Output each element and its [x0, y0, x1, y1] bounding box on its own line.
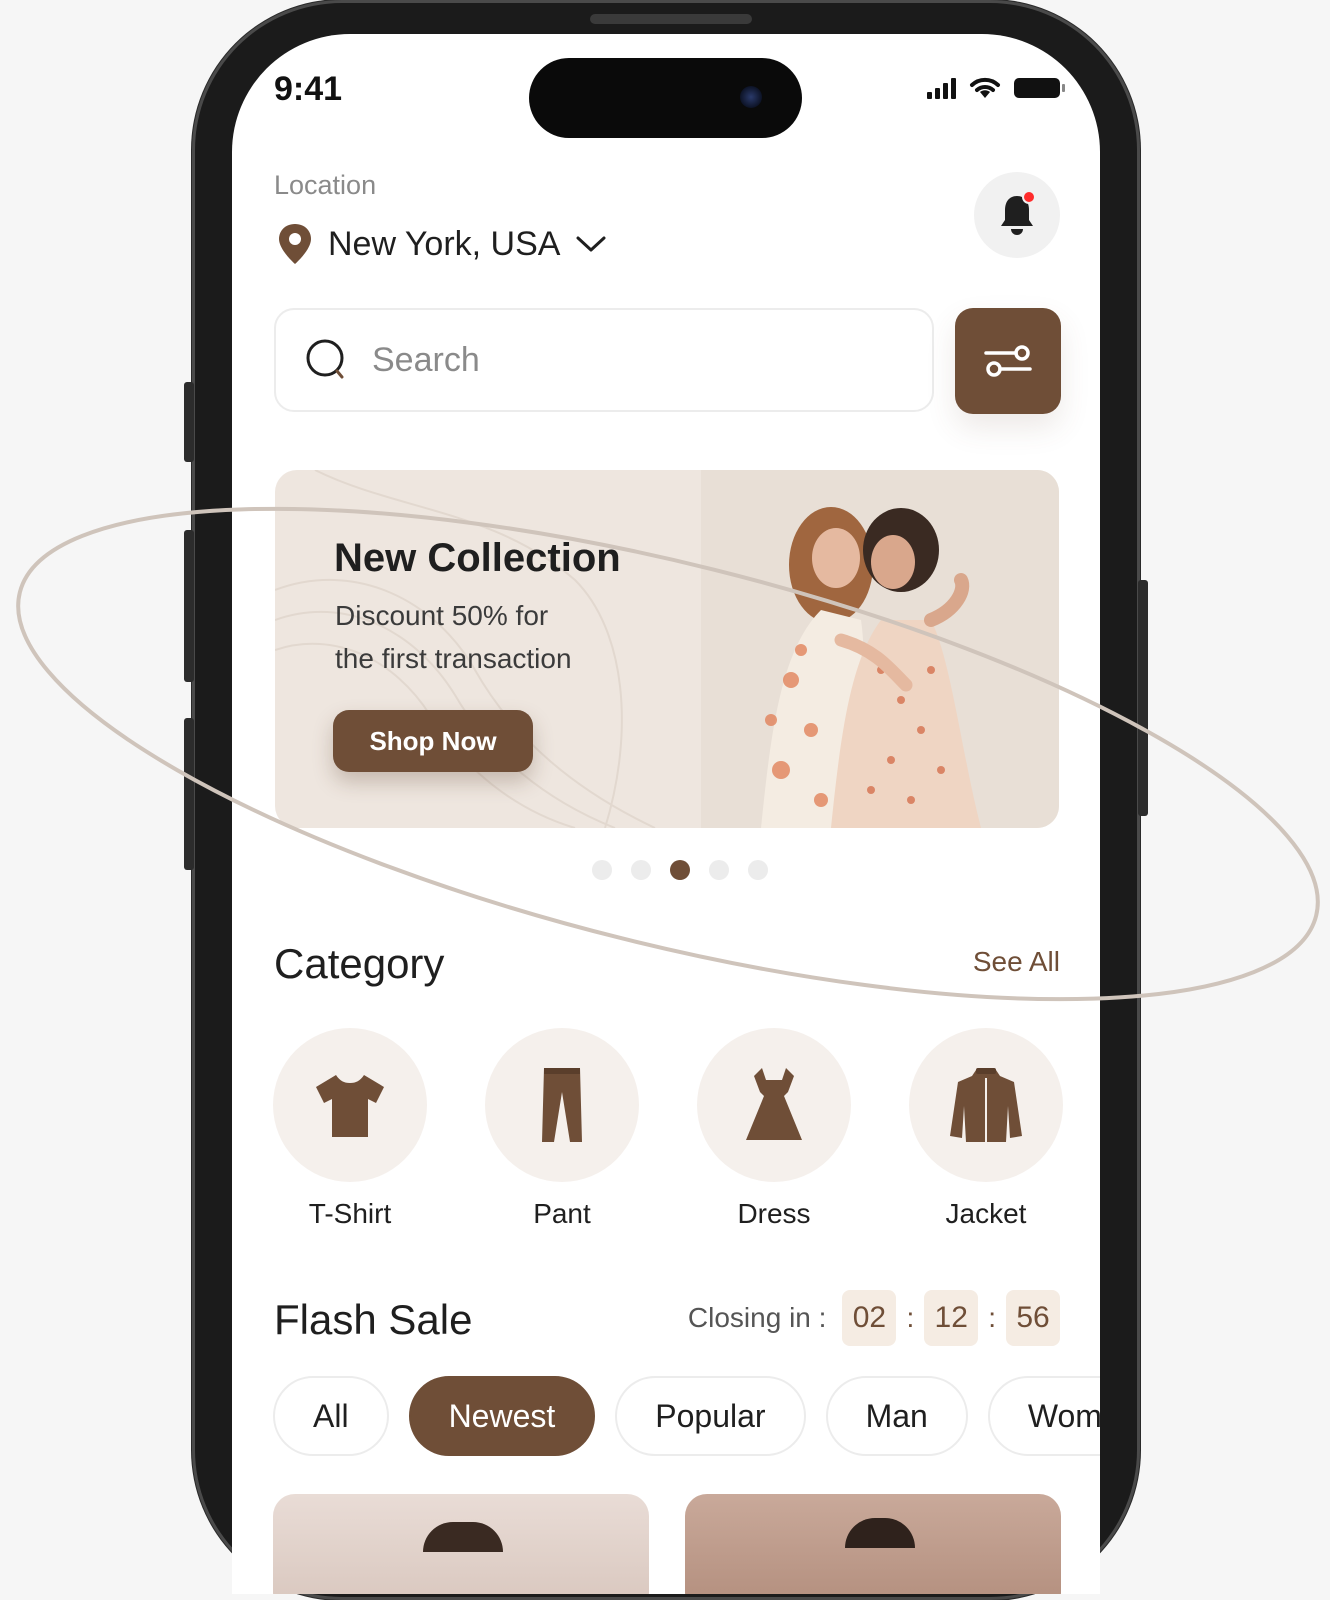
- carousel-dot[interactable]: [709, 860, 729, 880]
- chip-popular[interactable]: Popular: [615, 1376, 806, 1456]
- signal-icon: [927, 77, 956, 99]
- phone-side-button: [184, 530, 194, 682]
- filter-button[interactable]: [955, 308, 1061, 414]
- tshirt-icon: [316, 1075, 384, 1137]
- promo-banner[interactable]: New Collection Discount 50% for the firs…: [275, 470, 1059, 828]
- search-input[interactable]: Search: [372, 341, 480, 380]
- countdown-separator: :: [988, 1302, 996, 1333]
- category-circle: [697, 1028, 851, 1182]
- category-label: T-Shirt: [308, 1198, 392, 1229]
- app-screen: 9:41 Location New York, USA Search New C…: [232, 34, 1100, 1594]
- battery-icon: [1014, 78, 1065, 98]
- banner-subtitle: Discount 50% for the first transaction: [335, 594, 655, 680]
- category-circle: [485, 1028, 639, 1182]
- search-field[interactable]: Search: [274, 308, 934, 412]
- shop-now-button[interactable]: Shop Now: [333, 710, 533, 772]
- category-circle: [273, 1028, 427, 1182]
- countdown-seconds: 56: [1006, 1290, 1060, 1346]
- phone-side-button: [184, 382, 194, 462]
- carousel-dot-active[interactable]: [670, 860, 690, 880]
- chip-newest[interactable]: Newest: [408, 1376, 596, 1456]
- category-label: Pant: [533, 1198, 591, 1229]
- product-image: [845, 1518, 915, 1548]
- countdown-hours: 02: [842, 1290, 897, 1346]
- category-list: T-Shirt Pant Dress Jacket: [273, 1028, 1063, 1230]
- category-label: Dress: [737, 1198, 811, 1229]
- dynamic-island: [529, 58, 802, 138]
- pin-icon: [279, 224, 311, 264]
- camera-icon: [740, 86, 762, 108]
- carousel-dot[interactable]: [631, 860, 651, 880]
- filter-icon: [984, 345, 1032, 377]
- location-selector[interactable]: New York, USA: [276, 222, 608, 266]
- chip-woman[interactable]: Woman: [987, 1376, 1100, 1456]
- countdown-separator: :: [906, 1302, 915, 1333]
- status-icons: [927, 76, 1065, 100]
- closing-label: Closing in :: [687, 1302, 827, 1333]
- category-title: Category: [274, 940, 445, 987]
- see-all-link[interactable]: See All: [973, 946, 1060, 978]
- flash-sale-title: Flash Sale: [274, 1296, 473, 1343]
- location-label: Location: [274, 170, 377, 200]
- countdown: Closing in : 02 : 12 : 56: [688, 1290, 1060, 1346]
- banner-photo: [701, 470, 1059, 828]
- category-circle: [909, 1028, 1063, 1182]
- chip-all[interactable]: All: [273, 1376, 389, 1456]
- phone-speaker: [590, 14, 752, 24]
- notification-button[interactable]: [974, 172, 1060, 258]
- category-item-pant[interactable]: Pant: [485, 1028, 639, 1230]
- chip-man[interactable]: Man: [825, 1376, 968, 1456]
- wifi-icon: [970, 77, 1000, 98]
- category-item-tshirt[interactable]: T-Shirt: [273, 1028, 427, 1230]
- phone-side-button: [1138, 580, 1148, 816]
- carousel-dot[interactable]: [748, 860, 768, 880]
- countdown-minutes: 12: [924, 1290, 979, 1346]
- status-time: 9:41: [274, 70, 343, 108]
- product-image: [423, 1522, 503, 1552]
- search-icon: [306, 339, 344, 379]
- carousel-indicator: [592, 860, 768, 880]
- phone-side-button: [184, 718, 194, 870]
- banner-subtitle-line: the first transaction: [335, 643, 572, 674]
- product-card[interactable]: [685, 1494, 1061, 1594]
- pant-icon: [542, 1068, 582, 1142]
- dress-icon: [746, 1068, 802, 1140]
- location-value: New York, USA: [328, 224, 561, 263]
- banner-title: New Collection: [334, 536, 621, 580]
- product-card[interactable]: [273, 1494, 649, 1594]
- jacket-icon: [950, 1068, 1022, 1142]
- carousel-dot[interactable]: [592, 860, 612, 880]
- filter-chips: All Newest Popular Man Woman: [273, 1376, 1100, 1456]
- banner-subtitle-line: Discount 50% for: [335, 600, 549, 631]
- category-label: Jacket: [945, 1198, 1027, 1229]
- notification-dot: [1022, 190, 1036, 204]
- category-item-dress[interactable]: Dress: [697, 1028, 851, 1230]
- category-item-jacket[interactable]: Jacket: [909, 1028, 1063, 1230]
- chevron-down-icon: [576, 236, 606, 252]
